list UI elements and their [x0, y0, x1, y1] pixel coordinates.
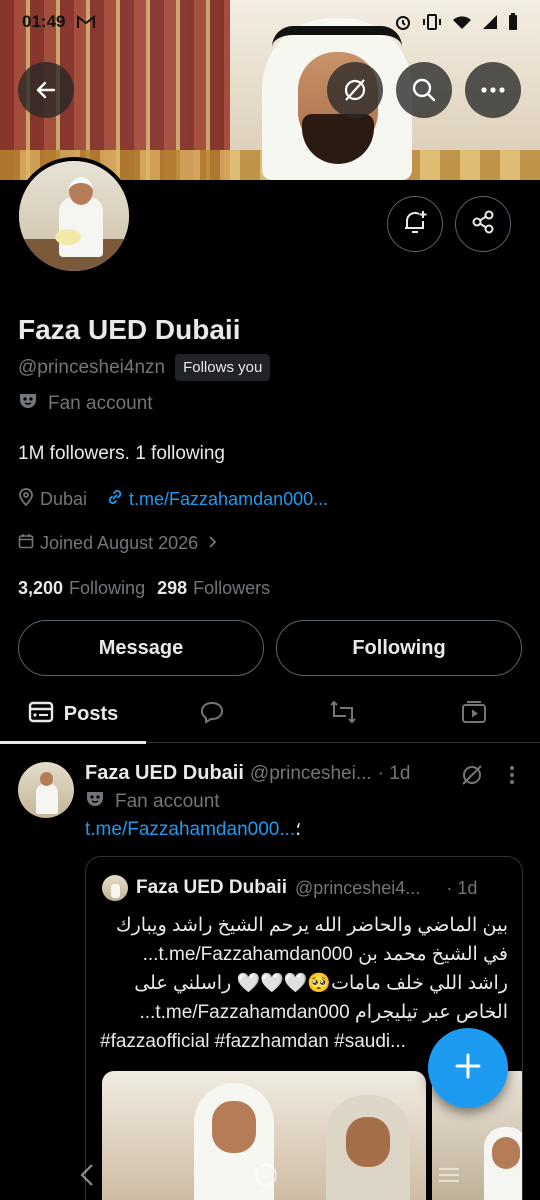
profile-bio: 1M followers. 1 following — [18, 443, 225, 464]
alarm-icon — [394, 13, 412, 31]
joined-date: Joined August 2026 — [40, 533, 199, 553]
status-time: 01:49 — [22, 12, 66, 31]
tab-reposts[interactable] — [277, 685, 408, 743]
back-button[interactable] — [18, 62, 74, 118]
battery-icon — [508, 13, 518, 31]
system-nav-bar — [0, 1150, 540, 1200]
nav-home-icon[interactable] — [253, 1162, 279, 1188]
link-icon — [107, 489, 123, 510]
quoted-post[interactable]: Faza UED Dubaii @princeshei4... · 1d بين… — [85, 856, 523, 1200]
more-dots-icon — [481, 87, 505, 93]
chevron-right-icon — [208, 533, 218, 554]
more-options-button[interactable] — [465, 62, 521, 118]
signal-icon — [482, 14, 498, 30]
nav-back-icon[interactable] — [79, 1163, 95, 1187]
location-icon — [18, 488, 34, 511]
quoted-author-handle: @princeshei4... — [294, 877, 421, 898]
profile-location: Dubai — [40, 489, 88, 509]
profile-avatar[interactable] — [15, 157, 133, 275]
quoted-text-line: في الشيخ محمد بن t.me/Fazzahamdan000... — [142, 944, 508, 965]
post-fan-account: Fan account — [85, 790, 220, 814]
followers-count: 298 — [157, 578, 188, 598]
post-link[interactable]: t.me/Fazzahamdan000... — [85, 819, 295, 840]
quoted-post-avatar — [102, 875, 128, 901]
post-header: Faza UED Dubaii @princeshei... · 1d — [85, 762, 410, 785]
notifications-button[interactable] — [387, 196, 443, 252]
post-link-suffix: ؛ — [295, 819, 302, 840]
share-button[interactable] — [455, 196, 511, 252]
follows-you-badge: Follows you — [175, 354, 271, 381]
tab-posts[interactable]: Posts — [0, 685, 146, 744]
profile-handle: @princeshei4nzn — [18, 356, 166, 378]
quoted-text-line: الخاص عبر تيليجرام t.me/Fazzahamdan000..… — [139, 1002, 508, 1023]
mask-icon — [85, 790, 105, 814]
fan-account-label: Fan account — [18, 392, 153, 416]
bell-plus-icon — [401, 208, 429, 241]
follow-counts: 3,200 Following 298 Followers — [18, 578, 270, 599]
profile-meta: Dubai t.me/Fazzahamdan000... — [18, 488, 328, 511]
grok-button[interactable] — [327, 62, 383, 118]
more-vertical-icon — [509, 765, 515, 785]
followers-label: Followers — [193, 578, 271, 598]
post-fan-text: Fan account — [115, 791, 220, 812]
quoted-post-header: Faza UED Dubaii @princeshei4... · 1d — [102, 875, 477, 901]
profile-name: Faza UED Dubaii — [18, 314, 241, 345]
vibrate-icon — [422, 13, 442, 31]
following-button[interactable]: Following — [276, 620, 522, 676]
post-avatar[interactable] — [18, 762, 74, 818]
followers-count-link[interactable]: 298 Followers — [157, 578, 270, 599]
post-link-row: t.me/Fazzahamdan000...؛ — [85, 818, 301, 841]
following-count: 3,200 — [18, 578, 64, 598]
quoted-text-line: راشد اللي خلف مامات🥺🤍🤍🤍 راسلني على — [134, 973, 508, 994]
profile-tabs: Posts — [0, 685, 540, 744]
grok-icon — [460, 763, 484, 787]
mask-icon — [18, 392, 38, 416]
quoted-author-name: Faza UED Dubaii — [136, 877, 287, 898]
plus-icon — [454, 1052, 482, 1085]
following-label: Following — [69, 578, 146, 598]
repost-icon — [329, 700, 357, 729]
search-icon — [411, 77, 437, 103]
arrow-left-icon — [34, 78, 58, 102]
media-icon — [461, 700, 487, 729]
nav-recents-icon[interactable] — [437, 1166, 461, 1184]
reply-icon — [199, 700, 225, 729]
share-icon — [470, 209, 496, 240]
search-button[interactable] — [396, 62, 452, 118]
tab-media[interactable] — [408, 685, 540, 743]
post-time: · 1d — [377, 762, 411, 784]
fan-account-text: Fan account — [48, 393, 153, 414]
calendar-icon — [18, 533, 34, 554]
tab-replies[interactable] — [146, 685, 277, 743]
post-more-button[interactable] — [498, 758, 526, 792]
tab-posts-label: Posts — [63, 702, 119, 725]
compose-button[interactable] — [428, 1028, 508, 1108]
profile-link[interactable]: t.me/Fazzahamdan000... — [129, 489, 328, 510]
handle-row: @princeshei4nzn Follows you — [18, 354, 271, 381]
quoted-text-line: بين الماضي والحاضر الله يرحم الشيخ راشد … — [115, 915, 508, 936]
joined-date-row[interactable]: Joined August 2026 — [18, 533, 218, 554]
posts-icon — [28, 701, 54, 728]
post-author-name[interactable]: Faza UED Dubaii — [85, 762, 244, 785]
wifi-icon — [452, 14, 472, 30]
post-grok-button[interactable] — [455, 758, 489, 792]
gmail-icon — [77, 15, 96, 29]
post-author-handle: @princeshei... — [249, 762, 372, 784]
message-button[interactable]: Message — [18, 620, 264, 676]
status-bar: 01:49 — [0, 0, 540, 44]
quoted-post-time: · 1d — [446, 877, 478, 898]
following-count-link[interactable]: 3,200 Following — [18, 578, 145, 599]
grok-icon — [342, 77, 368, 103]
